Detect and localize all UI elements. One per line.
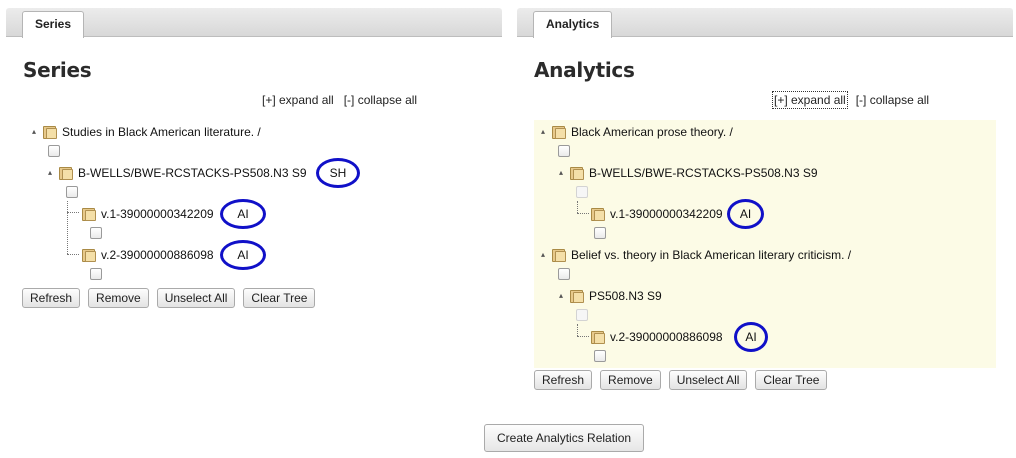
analytics-refresh-button[interactable]: Refresh (534, 370, 593, 390)
tree-node[interactable]: v.2-39000000886098 (590, 325, 723, 349)
tree-connector (67, 201, 68, 254)
tab-series[interactable]: Series (22, 11, 85, 38)
tree-node-checkbox (576, 186, 588, 198)
sh-badge[interactable]: SH (316, 158, 360, 188)
tree-toggle-icon[interactable]: ▴ (556, 291, 566, 301)
analytics-tree: ▴ Black American prose theory. / ▴ B-WEL… (534, 120, 996, 368)
series-tree-links: [+] expand all [-] collapse all (262, 93, 417, 107)
series-collapse-all-link[interactable]: [-] collapse all (344, 93, 417, 107)
folder-icon (551, 247, 567, 263)
tree-node[interactable]: ▴ Belief vs. theory in Black American li… (538, 243, 851, 267)
series-refresh-button[interactable]: Refresh (22, 288, 81, 308)
tree-node-label: v.2-39000000886098 (101, 248, 214, 262)
tree-toggle-icon[interactable]: ▴ (538, 250, 548, 260)
series-panel: Series Series [+] expand all [-] collapse… (6, 0, 502, 400)
analytics-heading: Analytics (534, 58, 635, 82)
ai-badge[interactable]: AI (734, 322, 768, 352)
folder-icon (569, 165, 585, 181)
folder-icon (569, 288, 585, 304)
series-button-row: Refresh Remove Unselect All Clear Tree (22, 288, 316, 308)
analytics-expand-all-link[interactable]: [+] expand all (772, 91, 848, 109)
tree-node[interactable]: ▴ B-WELLS/BWE-RCSTACKS-PS508.N3 S9 (556, 161, 818, 185)
analytics-tab-bar: Analytics (517, 8, 1013, 38)
analytics-panel: Analytics Analytics [+] expand all [-] co… (517, 0, 1013, 400)
tree-node-label: B-WELLS/BWE-RCSTACKS-PS508.N3 S9 (78, 166, 307, 180)
tree-node-label: Black American prose theory. / (571, 125, 733, 139)
tree-node[interactable]: v.1-39000000342209 (81, 202, 214, 226)
tree-connector (577, 201, 578, 213)
tree-node-label: v.2-39000000886098 (610, 330, 723, 344)
series-expand-all-link[interactable]: [+] expand all (262, 93, 334, 107)
tree-node-checkbox[interactable] (48, 145, 60, 157)
tree-toggle-icon[interactable]: ▴ (538, 127, 548, 137)
series-unselect-all-button[interactable]: Unselect All (156, 288, 236, 308)
series-heading: Series (23, 58, 92, 82)
ai-badge[interactable]: AI (220, 199, 266, 229)
tree-node-checkbox[interactable] (594, 227, 606, 239)
tree-node-checkbox[interactable] (90, 268, 102, 280)
tree-node[interactable]: ▴ Studies in Black American literature. … (29, 120, 261, 144)
analytics-clear-tree-button[interactable]: Clear Tree (755, 370, 828, 390)
tree-connector (577, 324, 578, 336)
folder-icon (42, 124, 58, 140)
analytics-remove-button[interactable]: Remove (600, 370, 661, 390)
tree-node-checkbox[interactable] (558, 268, 570, 280)
analytics-tree-links: [+] expand all [-] collapse all (772, 91, 929, 109)
tree-node[interactable]: ▴ PS508.N3 S9 (556, 284, 662, 308)
series-tab-bar: Series (6, 8, 502, 38)
folder-icon (590, 206, 606, 222)
series-clear-tree-button[interactable]: Clear Tree (243, 288, 316, 308)
folder-icon (58, 165, 74, 181)
tree-connector (67, 212, 79, 213)
tree-node-checkbox[interactable] (594, 350, 606, 362)
folder-icon (590, 329, 606, 345)
series-remove-button[interactable]: Remove (88, 288, 149, 308)
tree-node-label: v.1-39000000342209 (610, 207, 723, 221)
tree-node-checkbox[interactable] (66, 186, 78, 198)
ai-badge[interactable]: AI (220, 240, 266, 270)
folder-icon (551, 124, 567, 140)
tree-node-checkbox[interactable] (90, 227, 102, 239)
tree-node-label: B-WELLS/BWE-RCSTACKS-PS508.N3 S9 (589, 166, 818, 180)
folder-icon (81, 247, 97, 263)
tree-connector (577, 336, 589, 337)
tree-toggle-icon[interactable]: ▴ (45, 168, 55, 178)
tab-analytics[interactable]: Analytics (533, 11, 613, 38)
tree-node-label: Studies in Black American literature. / (62, 125, 261, 139)
tree-toggle-icon[interactable]: ▴ (29, 127, 39, 137)
tree-toggle-icon[interactable]: ▴ (556, 168, 566, 178)
folder-icon (81, 206, 97, 222)
analytics-unselect-all-button[interactable]: Unselect All (668, 370, 748, 390)
tree-connector (67, 254, 79, 255)
tree-node[interactable]: v.2-39000000886098 (81, 243, 214, 267)
tree-node[interactable]: v.1-39000000342209 (590, 202, 723, 226)
ai-badge[interactable]: AI (727, 199, 764, 229)
analytics-collapse-all-link[interactable]: [-] collapse all (856, 93, 929, 107)
tree-node-label: PS508.N3 S9 (589, 289, 662, 303)
create-analytics-relation-button[interactable]: Create Analytics Relation (484, 424, 645, 452)
tree-node-label: Belief vs. theory in Black American lite… (571, 248, 852, 262)
tree-node-checkbox[interactable] (558, 145, 570, 157)
tree-node[interactable]: ▴ B-WELLS/BWE-RCSTACKS-PS508.N3 S9 (45, 161, 307, 185)
tree-connector (577, 213, 589, 214)
tree-node-label: v.1-39000000342209 (101, 207, 214, 221)
analytics-button-row: Refresh Remove Unselect All Clear Tree (534, 370, 828, 390)
tree-node-checkbox (576, 309, 588, 321)
tree-node[interactable]: ▴ Black American prose theory. / (538, 120, 733, 144)
